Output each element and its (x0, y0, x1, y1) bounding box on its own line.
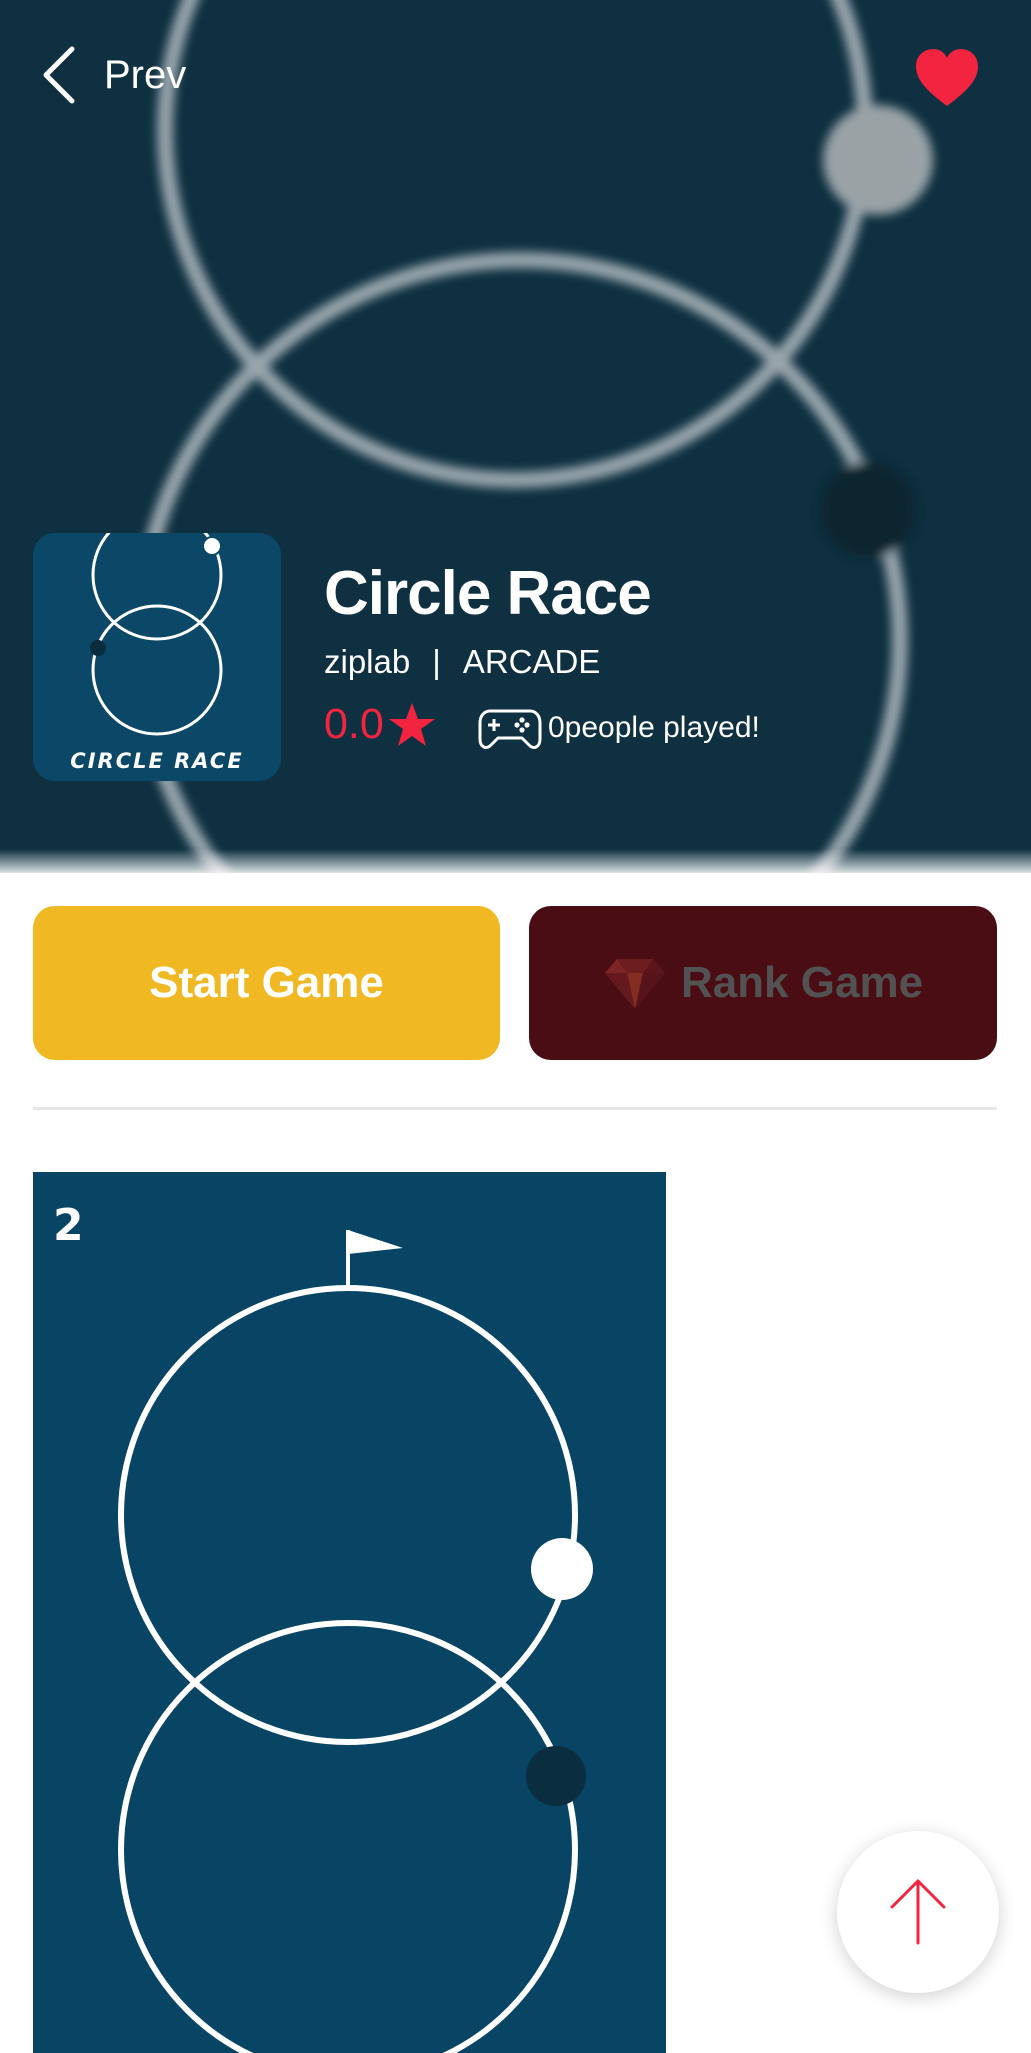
rating-value: 0.0 (324, 700, 384, 748)
scroll-to-top-button[interactable] (837, 1831, 999, 1993)
screenshot-level-number: 2 (53, 1200, 84, 1251)
bg-dark-ball (820, 462, 916, 558)
gamepad-icon (478, 709, 542, 749)
game-meta: ziplab | ARCADE (324, 643, 600, 681)
chevron-left-icon (43, 46, 75, 104)
screenshot-graphic (118, 1230, 593, 2053)
rating: 0.0 (324, 700, 436, 749)
back-button[interactable]: Prev (40, 45, 186, 105)
meta-separator: | (432, 643, 441, 680)
heart-icon[interactable] (914, 48, 980, 108)
app-icon-label: CIRCLE RACE (70, 749, 244, 773)
developer-name: ziplab (324, 643, 411, 680)
start-game-label: Start Game (149, 958, 384, 1007)
game-title: Circle Race (324, 559, 652, 628)
arrow-up-icon (890, 1879, 946, 1945)
category-name: ARCADE (462, 643, 601, 680)
game-screenshot[interactable]: 2 (33, 1172, 666, 2053)
flag-icon (346, 1230, 403, 1288)
game-app-icon: CIRCLE RACE (33, 533, 281, 781)
star-icon (388, 702, 435, 746)
rank-game-button[interactable]: Rank Game (529, 906, 997, 1060)
bg-white-ball (823, 105, 933, 215)
start-game-button[interactable]: Start Game (33, 906, 500, 1060)
app-icon-graphic (90, 533, 223, 736)
gem-icon (604, 959, 665, 1009)
game-hero-banner: Prev CIRCLE RACE Circle Race ziplab | AR… (0, 0, 1031, 873)
played-text: 0people played! (548, 711, 760, 744)
rank-game-label: Rank Game (680, 958, 924, 1007)
bg-upper-circle (157, 0, 873, 488)
section-divider (33, 1107, 997, 1110)
back-label: Prev (104, 52, 187, 97)
played-count: 0people played! (478, 705, 760, 751)
